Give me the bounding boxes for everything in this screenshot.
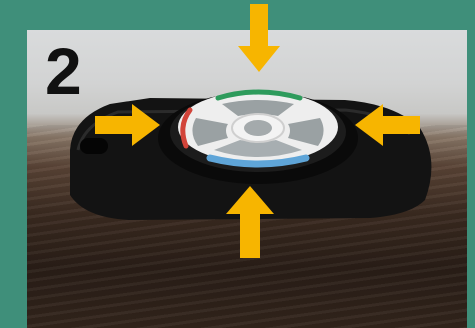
keyring-hole: [80, 138, 108, 154]
step-number: 2: [45, 34, 82, 108]
center-button[interactable]: [244, 120, 272, 136]
arrow-down-icon: [238, 4, 280, 72]
